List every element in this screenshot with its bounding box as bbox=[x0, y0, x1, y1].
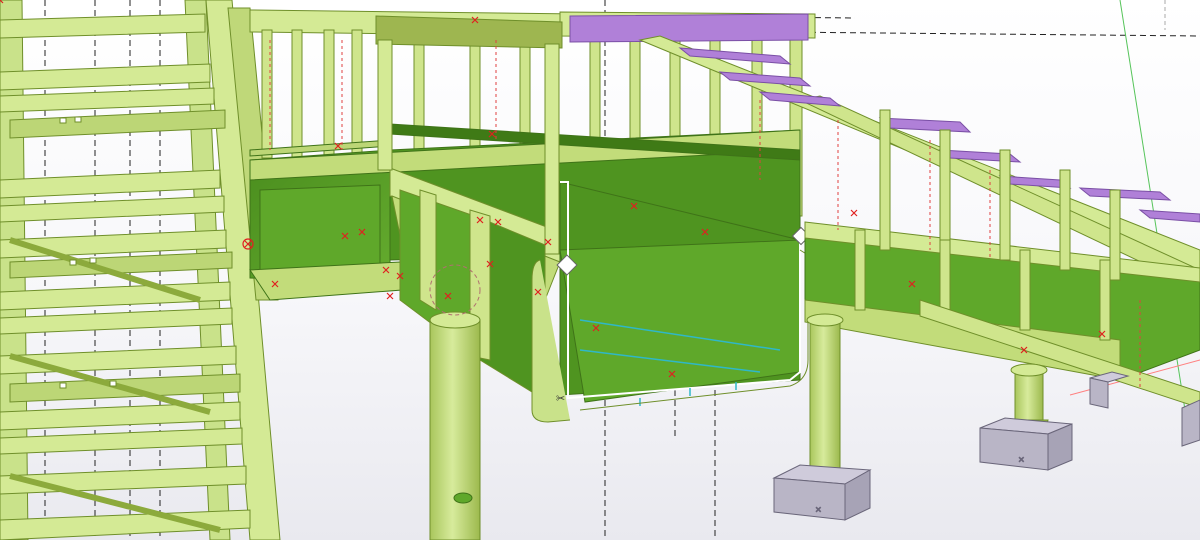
steel-tower-frame[interactable] bbox=[0, 0, 281, 540]
3d-model-viewport[interactable]: ✂ × × bbox=[0, 0, 1200, 540]
svg-text:✂: ✂ bbox=[556, 392, 565, 405]
svg-text:×: × bbox=[1018, 455, 1025, 464]
concrete-footing-1[interactable]: × bbox=[772, 464, 872, 521]
model-scene[interactable]: ✂ × × bbox=[0, 0, 1200, 540]
concrete-footing-2[interactable]: × bbox=[979, 417, 1073, 471]
svg-text:×: × bbox=[815, 505, 822, 514]
circular-column-right[interactable] bbox=[804, 313, 846, 487]
